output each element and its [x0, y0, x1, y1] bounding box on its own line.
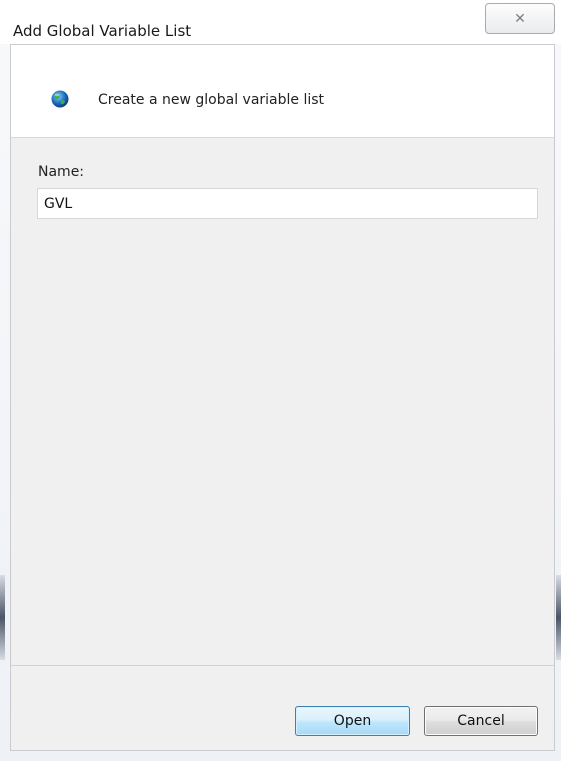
dialog-window: Add Global Variable List ✕ Create a new … — [0, 0, 561, 761]
globe-icon — [51, 90, 69, 108]
header-description: Create a new global variable list — [98, 92, 325, 108]
name-label: Name: — [38, 164, 85, 180]
dialog-header: Create a new global variable list — [11, 45, 554, 138]
title-bar: Add Global Variable List ✕ — [0, 0, 561, 44]
background-window-edge-left — [0, 575, 5, 660]
background-window-edge-right — [556, 575, 561, 660]
open-button[interactable]: Open — [295, 706, 410, 736]
close-button[interactable]: ✕ — [485, 3, 555, 34]
window-title: Add Global Variable List — [13, 22, 192, 40]
close-icon: ✕ — [514, 10, 526, 27]
cancel-button[interactable]: Cancel — [424, 706, 538, 736]
dialog-body: Create a new global variable list Name: … — [10, 44, 555, 751]
name-input[interactable] — [37, 188, 538, 219]
footer-separator — [11, 665, 554, 666]
